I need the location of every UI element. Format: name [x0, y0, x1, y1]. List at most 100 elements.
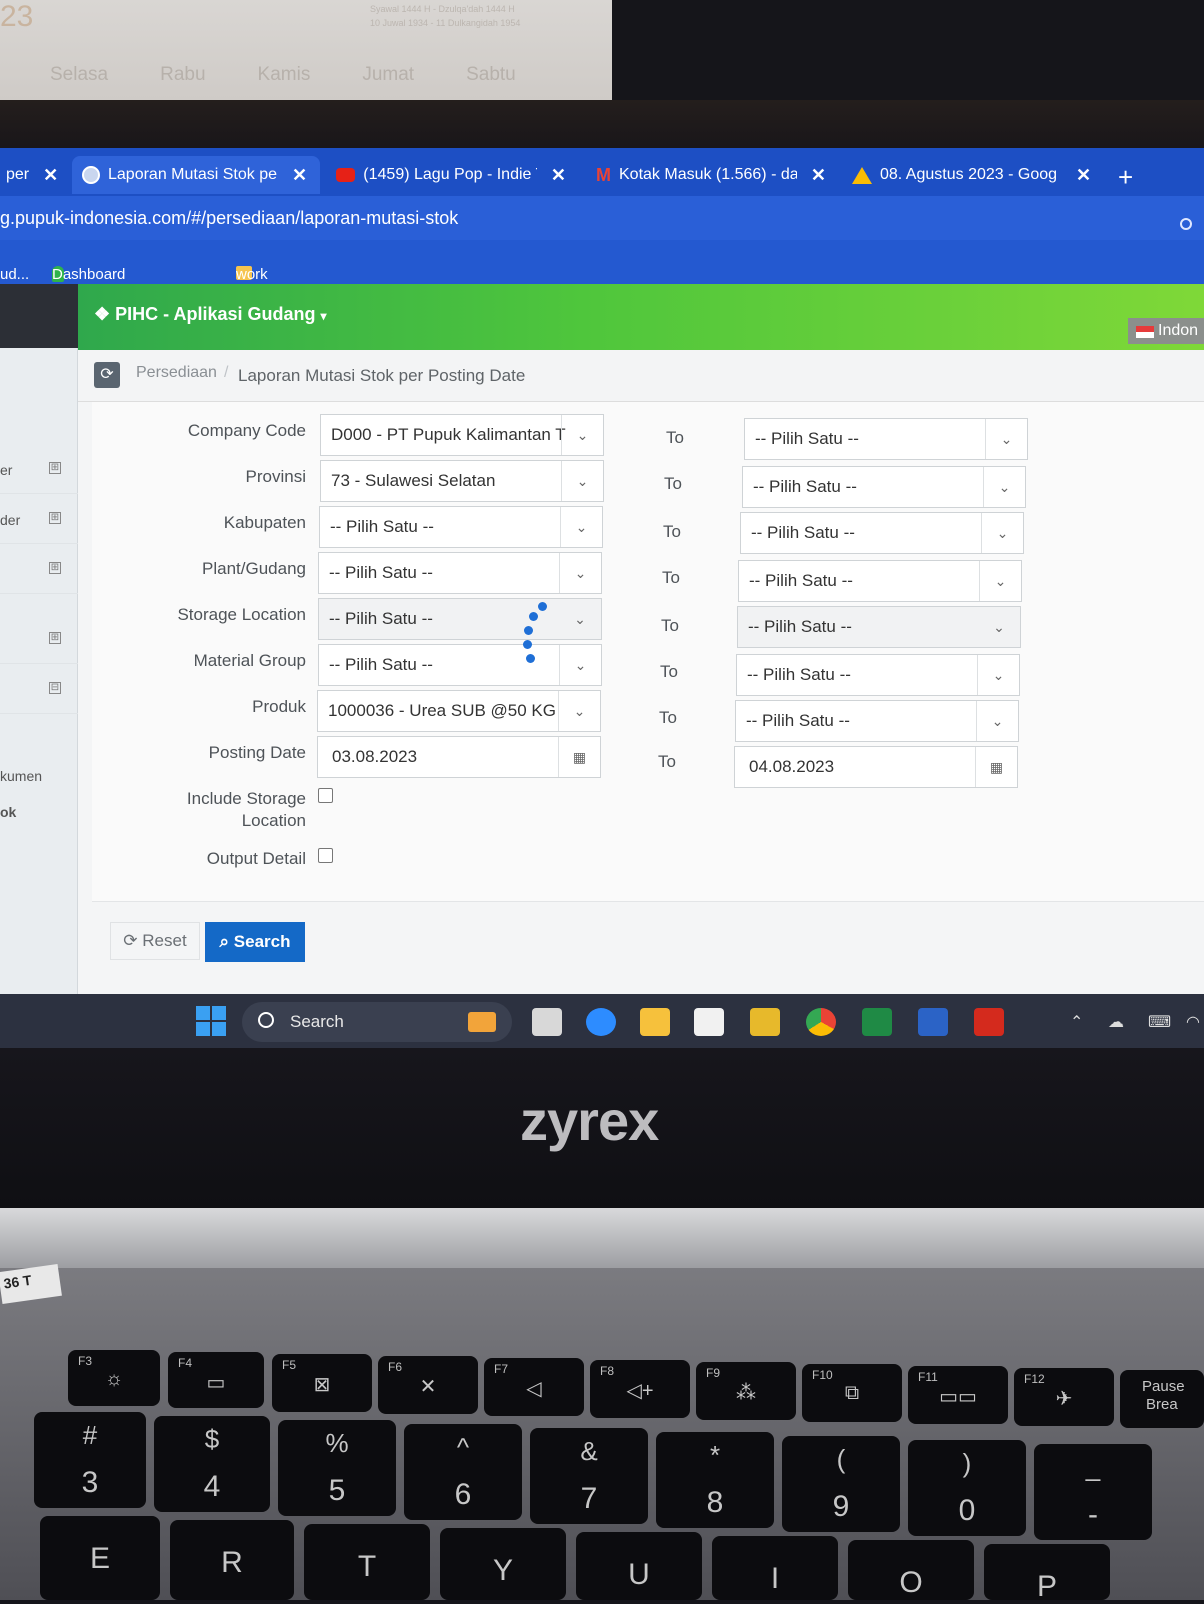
sidebar-item[interactable]: er ⊞ [0, 448, 78, 494]
material-group-from-select[interactable]: -- Pilih Satu -- ⌄ [318, 644, 602, 686]
company-code-to-select[interactable]: -- Pilih Satu -- ⌄ [744, 418, 1028, 460]
date-value: 04.08.2023 [749, 757, 835, 776]
cloud-icon[interactable]: ☁ [1108, 1012, 1124, 1032]
sidebar-item[interactable]: ⊞ [0, 548, 78, 594]
key-f4[interactable]: F4 ▭ [168, 1352, 264, 1408]
sidebar-item[interactable]: der ⊞ [0, 498, 78, 544]
key-r[interactable]: R [170, 1520, 294, 1600]
microsoft-store-icon[interactable] [694, 1008, 724, 1036]
calendar-icon[interactable]: ▦ [558, 737, 600, 777]
chevron-up-icon[interactable]: ⌃ [1070, 1012, 1083, 1032]
sidebar-item-active[interactable]: ok [0, 790, 78, 836]
url-text[interactable]: g.pupuk-indonesia.com/#/persediaan/lapor… [0, 208, 458, 228]
close-icon[interactable]: ✕ [551, 165, 566, 186]
key-u[interactable]: U [576, 1532, 702, 1600]
provinsi-from-select[interactable]: 73 - Sulawesi Selatan ⌄ [320, 460, 604, 502]
sidebar-item[interactable]: ⊟ [0, 668, 78, 714]
youtube-icon [336, 168, 356, 182]
key-9[interactable]: (9 [782, 1436, 900, 1532]
new-tab-button[interactable]: + [1118, 162, 1133, 193]
storage-location-to-select[interactable]: -- Pilih Satu -- ⌄ [737, 606, 1021, 648]
collapse-icon[interactable]: ⊟ [49, 682, 61, 694]
key-f6[interactable]: F6 ✕ [378, 1356, 478, 1414]
taskbar-search[interactable]: Search [242, 1002, 512, 1042]
plant-gudang-from-select[interactable]: -- Pilih Satu -- ⌄ [318, 552, 602, 594]
close-icon[interactable]: ✕ [43, 165, 58, 186]
windows-start-icon[interactable] [196, 1006, 226, 1036]
key-f3[interactable]: F3 ☼ [68, 1350, 160, 1406]
chrome-icon[interactable] [806, 1008, 836, 1036]
key-4[interactable]: $4 [154, 1416, 270, 1512]
produk-from-select[interactable]: 1000036 - Urea SUB @50 KG ⌄ [317, 690, 601, 732]
key-f5[interactable]: F5 ⊠ [272, 1354, 372, 1412]
key-e[interactable]: E [40, 1516, 160, 1600]
produk-to-select[interactable]: -- Pilih Satu -- ⌄ [735, 700, 1019, 742]
material-group-to-select[interactable]: -- Pilih Satu -- ⌄ [736, 654, 1020, 696]
key-f11[interactable]: F11 ▭▭ [908, 1366, 1008, 1424]
posting-date-to-input[interactable]: 04.08.2023 ▦ [734, 746, 1018, 788]
word-icon[interactable] [918, 1008, 948, 1036]
refresh-icon[interactable]: ⟳ [94, 362, 120, 388]
calendar-note-line: Syawal 1444 H - Dzulqa'dah 1444 H [370, 4, 515, 14]
key-o[interactable]: O [848, 1540, 974, 1600]
key-f8[interactable]: F8 ◁+ [590, 1360, 690, 1418]
key-f9[interactable]: F9 ⁂ [696, 1362, 796, 1420]
key-3[interactable]: #3 [34, 1412, 146, 1508]
app-title-menu[interactable]: ❖ PIHC - Aplikasi Gudang ▾ [94, 304, 327, 325]
storage-location-from-select[interactable]: -- Pilih Satu -- ⌄ [318, 598, 602, 640]
company-code-from-select[interactable]: D000 - PT Pupuk Kalimantan T ⌄ [320, 414, 604, 456]
key-pause[interactable]: Pause Brea [1120, 1370, 1204, 1428]
search-button[interactable]: ⌕ Search [205, 922, 305, 962]
expand-icon[interactable]: ⊞ [49, 562, 61, 574]
reset-button[interactable]: ⟳ Reset [110, 922, 200, 960]
address-bar[interactable]: g.pupuk-indonesia.com/#/persediaan/lapor… [0, 196, 1204, 240]
browser-tab[interactable]: (1459) Lagu Pop - Indie T ✕ [326, 156, 576, 194]
expand-icon[interactable]: ⊞ [49, 512, 61, 524]
browser-tab[interactable]: per ✕ [0, 156, 68, 194]
key-6[interactable]: ^ 6 [404, 1424, 522, 1520]
provinsi-to-select[interactable]: -- Pilih Satu -- ⌄ [742, 466, 1026, 508]
breadcrumb-item[interactable]: Persediaan [136, 364, 217, 382]
key-f12[interactable]: F12 ✈ [1014, 1368, 1114, 1426]
key-7[interactable]: & 7 [530, 1428, 648, 1524]
file-explorer-icon[interactable] [640, 1008, 670, 1036]
key-8[interactable]: * 8 [656, 1432, 774, 1528]
sticky-folder-icon[interactable] [750, 1008, 780, 1036]
key-t[interactable]: T [304, 1524, 430, 1600]
task-view-icon[interactable] [532, 1008, 562, 1036]
close-icon[interactable]: ✕ [292, 165, 307, 186]
calendar-icon[interactable]: ▦ [975, 747, 1017, 787]
close-icon[interactable]: ✕ [1076, 165, 1091, 186]
output-detail-checkbox[interactable] [318, 848, 333, 863]
key-f10[interactable]: F10 ⧉ [802, 1364, 902, 1422]
key-f7[interactable]: F7 ◁ [484, 1358, 584, 1416]
key-0[interactable]: ) 0 [908, 1440, 1026, 1536]
key-i[interactable]: I [712, 1536, 838, 1600]
expand-icon[interactable]: ⊞ [49, 632, 61, 644]
sidebar-item[interactable]: ⊞ [0, 618, 78, 664]
key-minus[interactable]: _ - [1034, 1444, 1152, 1540]
key-label: - [1088, 1498, 1098, 1531]
volume-down-icon: ◁ [526, 1378, 542, 1400]
kabupaten-to-select[interactable]: -- Pilih Satu -- ⌄ [740, 512, 1024, 554]
browser-tab[interactable]: M Kotak Masuk (1.566) - da ✕ [586, 156, 836, 194]
zoom-icon[interactable] [586, 1008, 616, 1036]
include-storage-location-checkbox[interactable] [318, 788, 333, 803]
close-icon[interactable]: ✕ [811, 165, 826, 186]
keyboard-icon[interactable]: ⌨ [1148, 1012, 1171, 1032]
plant-gudang-to-select[interactable]: -- Pilih Satu -- ⌄ [738, 560, 1022, 602]
language-selector[interactable]: Indon [1128, 318, 1204, 344]
excel-icon[interactable] [862, 1008, 892, 1036]
posting-date-from-input[interactable]: 03.08.2023 ▦ [317, 736, 601, 778]
browser-tab[interactable]: 08. Agustus 2023 - Goog ✕ [842, 156, 1104, 194]
browser-tab-active[interactable]: Laporan Mutasi Stok per ✕ [72, 156, 320, 194]
wifi-icon[interactable]: ◠ [1186, 1012, 1200, 1032]
key-5[interactable]: % 5 [278, 1420, 396, 1516]
key-p[interactable]: P [984, 1544, 1110, 1603]
key-y[interactable]: Y [440, 1528, 566, 1600]
kabupaten-from-select[interactable]: -- Pilih Satu -- ⌄ [319, 506, 603, 548]
key-label: E [89, 1542, 110, 1575]
extension-icon[interactable] [1180, 218, 1192, 230]
acrobat-icon[interactable] [974, 1008, 1004, 1036]
expand-icon[interactable]: ⊞ [49, 462, 61, 474]
